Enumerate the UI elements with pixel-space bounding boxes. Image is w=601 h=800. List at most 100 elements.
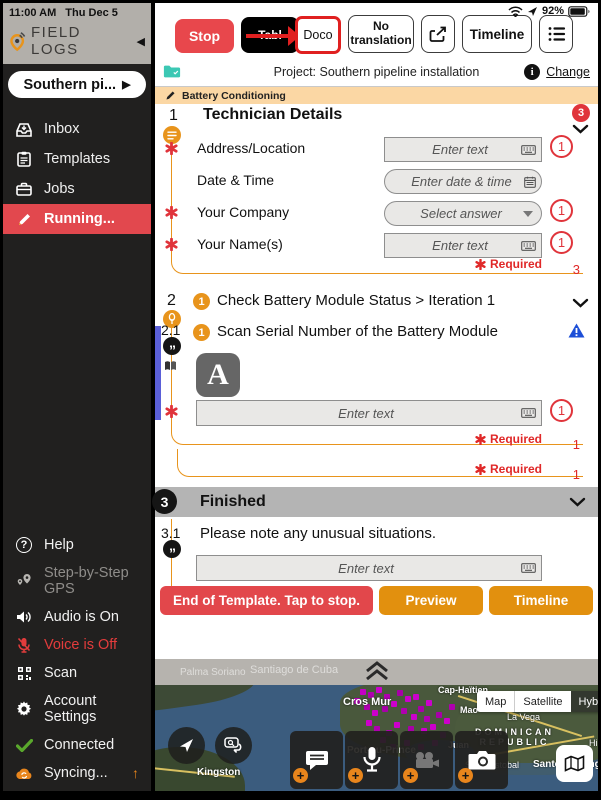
timeline-toolbar-button[interactable]: Timeline — [462, 15, 532, 53]
map-type-satellite[interactable]: Satellite — [515, 691, 571, 712]
expand-map-chevron-icon[interactable] — [363, 661, 391, 687]
sidebar-item-scan[interactable]: Scan — [3, 659, 151, 687]
address-input[interactable]: Enter text — [384, 137, 542, 162]
keyboard-icon — [521, 408, 536, 418]
sidebar-nav: Inbox Templates Jobs Running... — [3, 114, 151, 234]
sidebar-item-help[interactable]: ? Help — [3, 531, 151, 559]
sidebar-item-gps[interactable]: Step-by-Step GPS — [3, 559, 151, 603]
clock: 11:00 AM — [9, 7, 57, 19]
required-label: Required — [489, 257, 542, 271]
date: Thu Dec 5 — [65, 7, 118, 19]
section-2-title[interactable]: Check Battery Module Status > Iteration … — [217, 292, 495, 309]
timeline-bottom-button[interactable]: Timeline — [489, 586, 593, 615]
change-project: i Change — [524, 63, 590, 80]
situations-placeholder: Enter text — [338, 560, 394, 576]
sidebar-item-running[interactable]: Running... — [3, 204, 151, 234]
serial-input[interactable]: Enter text — [196, 400, 542, 426]
map-drawer-strip[interactable]: Palma Soriano Santiago de Cuba — [155, 659, 598, 685]
sidebar-item-syncing[interactable]: Syncing... ↑ — [3, 759, 151, 787]
timeline-label: Timeline — [469, 26, 525, 42]
section-1-chevron-icon[interactable] — [572, 121, 589, 137]
section-3-chevron-icon[interactable] — [569, 494, 586, 510]
stop-button[interactable]: Stop — [175, 19, 234, 53]
template-banner: Battery Conditioning — [155, 87, 598, 104]
no-translation-button[interactable]: No translation — [348, 15, 414, 53]
section-1-number: 1 — [169, 107, 178, 124]
tabl-doco-toggle: Tabl Doco — [241, 16, 341, 54]
add-badge-icon: + — [403, 768, 418, 783]
note-icon — [305, 751, 328, 770]
my-location-button[interactable] — [168, 727, 205, 764]
section-1-required-count: 3 — [572, 262, 580, 277]
required-asterisk-icon — [475, 433, 486, 445]
add-audio-button[interactable]: + — [345, 731, 398, 789]
section-2-chevron-icon[interactable] — [572, 295, 589, 311]
project-folder-icon — [163, 64, 181, 79]
end-template-button[interactable]: End of Template. Tap to stop. — [160, 586, 373, 615]
active-question-bar — [155, 326, 161, 420]
section-1-count-badge: 3 — [572, 104, 590, 122]
map-panel[interactable]: Cap-Haïtien Cros Mur Mao La Vega DOMINIC… — [155, 685, 598, 791]
sidebar-collapse-icon[interactable]: ◀ — [137, 35, 145, 48]
preview-button[interactable]: Preview — [379, 586, 483, 615]
serial-placeholder: Enter text — [338, 405, 394, 421]
open-map-button[interactable] — [556, 745, 593, 782]
list-icon — [548, 27, 565, 41]
reference-book-icon — [164, 358, 177, 374]
sidebar-item-jobs[interactable]: Jobs — [3, 174, 151, 204]
sidebar-item-templates[interactable]: Templates — [3, 144, 151, 174]
add-video-button[interactable]: + — [400, 731, 453, 789]
red-arrow-icon — [246, 34, 290, 38]
required-asterisk-icon — [165, 405, 178, 418]
field-label-datetime: Date & Time — [197, 172, 275, 188]
no-translation-label: No translation — [350, 19, 412, 47]
section-1-title[interactable]: Technician Details — [203, 106, 342, 124]
sidebar-item-audio[interactable]: Audio is On — [3, 603, 151, 631]
company-select[interactable]: Select answer — [384, 201, 542, 226]
required-asterisk-icon — [475, 463, 486, 475]
form-canvas: 1 Technician Details 3 Address/Location … — [152, 104, 598, 616]
field-label-address: Address/Location — [197, 140, 306, 156]
add-badge-icon: + — [348, 768, 363, 783]
section-3-number: 3 — [152, 489, 177, 514]
project-pill-label: Southern pi... — [23, 76, 117, 93]
map-type-map[interactable]: Map — [477, 691, 516, 712]
situations-input[interactable]: Enter text — [196, 555, 542, 581]
main-area: 92% Stop Tabl Doco No translation — [152, 3, 598, 791]
attachment-tile[interactable]: A — [196, 353, 240, 397]
keyboard-icon — [521, 240, 536, 251]
share-button[interactable] — [421, 15, 455, 53]
chat-bubbles-button[interactable] — [215, 727, 252, 764]
sidebar-item-label: Step-by-Step GPS — [44, 565, 129, 597]
add-photo-button[interactable]: + — [455, 731, 508, 789]
required-asterisk-icon — [475, 258, 486, 270]
project-pill-button[interactable]: Southern pi... ▶ — [8, 71, 146, 98]
change-link[interactable]: Change — [546, 65, 590, 79]
warning-icon[interactable] — [568, 323, 585, 341]
sidebar-item-inbox[interactable]: Inbox — [3, 114, 151, 144]
datetime-input[interactable]: Enter date & time — [384, 169, 542, 194]
jobs-icon — [15, 182, 33, 196]
quote-icon: ” — [163, 337, 181, 357]
attachment-letter: A — [207, 358, 229, 391]
sidebar-item-connected[interactable]: Connected — [3, 731, 151, 759]
sidebar-item-label: Help — [44, 537, 74, 553]
add-note-button[interactable]: + — [290, 731, 343, 789]
keyboard-icon — [521, 563, 536, 573]
info-icon[interactable]: i — [524, 63, 541, 80]
marker-cluster[interactable] — [360, 689, 366, 695]
speaker-icon — [15, 610, 33, 624]
sidebar-item-voice[interactable]: Voice is Off — [3, 631, 151, 659]
name-input[interactable]: Enter text — [384, 233, 542, 258]
status-bar-right: 92% — [508, 5, 590, 17]
preview-label: Preview — [405, 593, 457, 608]
serial-count-badge: 1 — [550, 399, 573, 422]
sidebar-item-settings[interactable]: Account Settings — [3, 687, 151, 731]
timeline-bottom-label: Timeline — [513, 593, 569, 608]
doco-button[interactable]: Doco — [295, 16, 341, 54]
address-count-badge: 1 — [550, 135, 573, 158]
status-bar-left: 11:00 AM Thu Dec 5 — [9, 7, 145, 19]
list-view-button[interactable] — [539, 15, 573, 53]
finished-section-header[interactable]: 3 Finished — [152, 487, 598, 517]
map-type-hybrid[interactable]: Hybrid — [570, 691, 598, 712]
